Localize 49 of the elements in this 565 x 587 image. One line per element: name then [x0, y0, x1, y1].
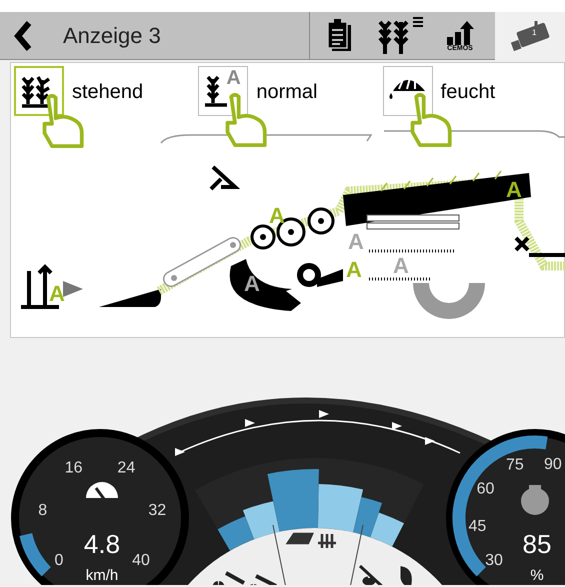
screen-title: Anzeige 3 [63, 22, 161, 50]
tool-icon [212, 571, 278, 585]
crop-option[interactable]: feucht [380, 63, 564, 116]
auger-trough-drawing [413, 283, 485, 319]
gauge-unit: km/h [86, 567, 118, 584]
option-label: normal [256, 80, 318, 105]
gauge-tick-label: 60 [476, 480, 494, 498]
fan-drawing [297, 263, 343, 287]
gauge-tick-label: 75 [506, 456, 524, 474]
chopper-drawing [514, 236, 565, 257]
gauge-tick-label: 45 [468, 518, 486, 535]
gauge-unit: % [530, 567, 544, 584]
gauge-value: 4.8 [84, 529, 120, 559]
gauge-tick-label: 90 [544, 456, 562, 473]
gauge-tick-label: 8 [38, 502, 48, 519]
gauge-tick-label: 16 [64, 459, 83, 476]
header-knife-drawing [99, 289, 161, 307]
return-arrow-drawing [230, 259, 301, 311]
gauge-tick-label: 40 [132, 552, 150, 569]
threshing-icon [286, 532, 338, 550]
camera-number: 1 [532, 29, 536, 37]
camera-icon [508, 19, 552, 53]
auto-marker: A [346, 257, 362, 282]
clipboard-icon [327, 19, 353, 53]
auto-marker: A [393, 253, 409, 278]
grain-icon [358, 564, 412, 585]
auto-marker: A [506, 177, 522, 202]
crop-option[interactable]: stehend [11, 63, 196, 116]
tank-percent-icon [521, 485, 549, 515]
option-label: feucht [440, 80, 496, 105]
funnel-icon [209, 165, 240, 191]
auto-marker: A [348, 229, 364, 254]
back-icon [12, 20, 32, 50]
wheat-icon [377, 16, 423, 56]
auto-marker: A [226, 68, 241, 88]
crop-stand-icon [19, 264, 83, 309]
gauge-tick-label: 32 [148, 502, 166, 519]
gauge-tick-label: 30 [485, 552, 503, 569]
auto-marker: A [244, 271, 260, 296]
auto-marker: A [49, 281, 65, 306]
auto-marker: A [269, 203, 285, 228]
crop-icon [20, 76, 50, 108]
option-label: stehend [72, 80, 144, 105]
speedometer-icon [86, 482, 118, 500]
crop-option[interactable]: A normal [195, 63, 380, 116]
gauge-value: 85 [522, 529, 552, 559]
gauge-tick-label: 24 [117, 459, 136, 476]
toolbar-tab[interactable]: 1 [495, 12, 565, 60]
gauge-tick-label: 0 [54, 552, 64, 569]
